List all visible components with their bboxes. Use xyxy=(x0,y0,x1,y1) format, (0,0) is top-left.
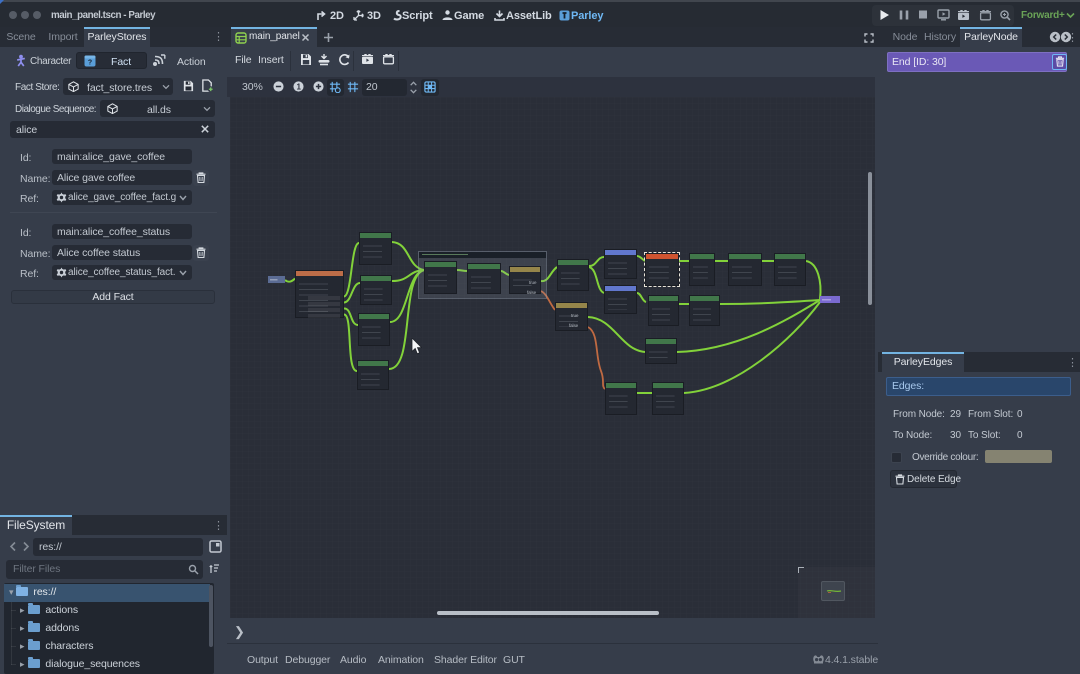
svg-text:1: 1 xyxy=(296,82,301,91)
svg-text:?: ? xyxy=(88,60,92,67)
